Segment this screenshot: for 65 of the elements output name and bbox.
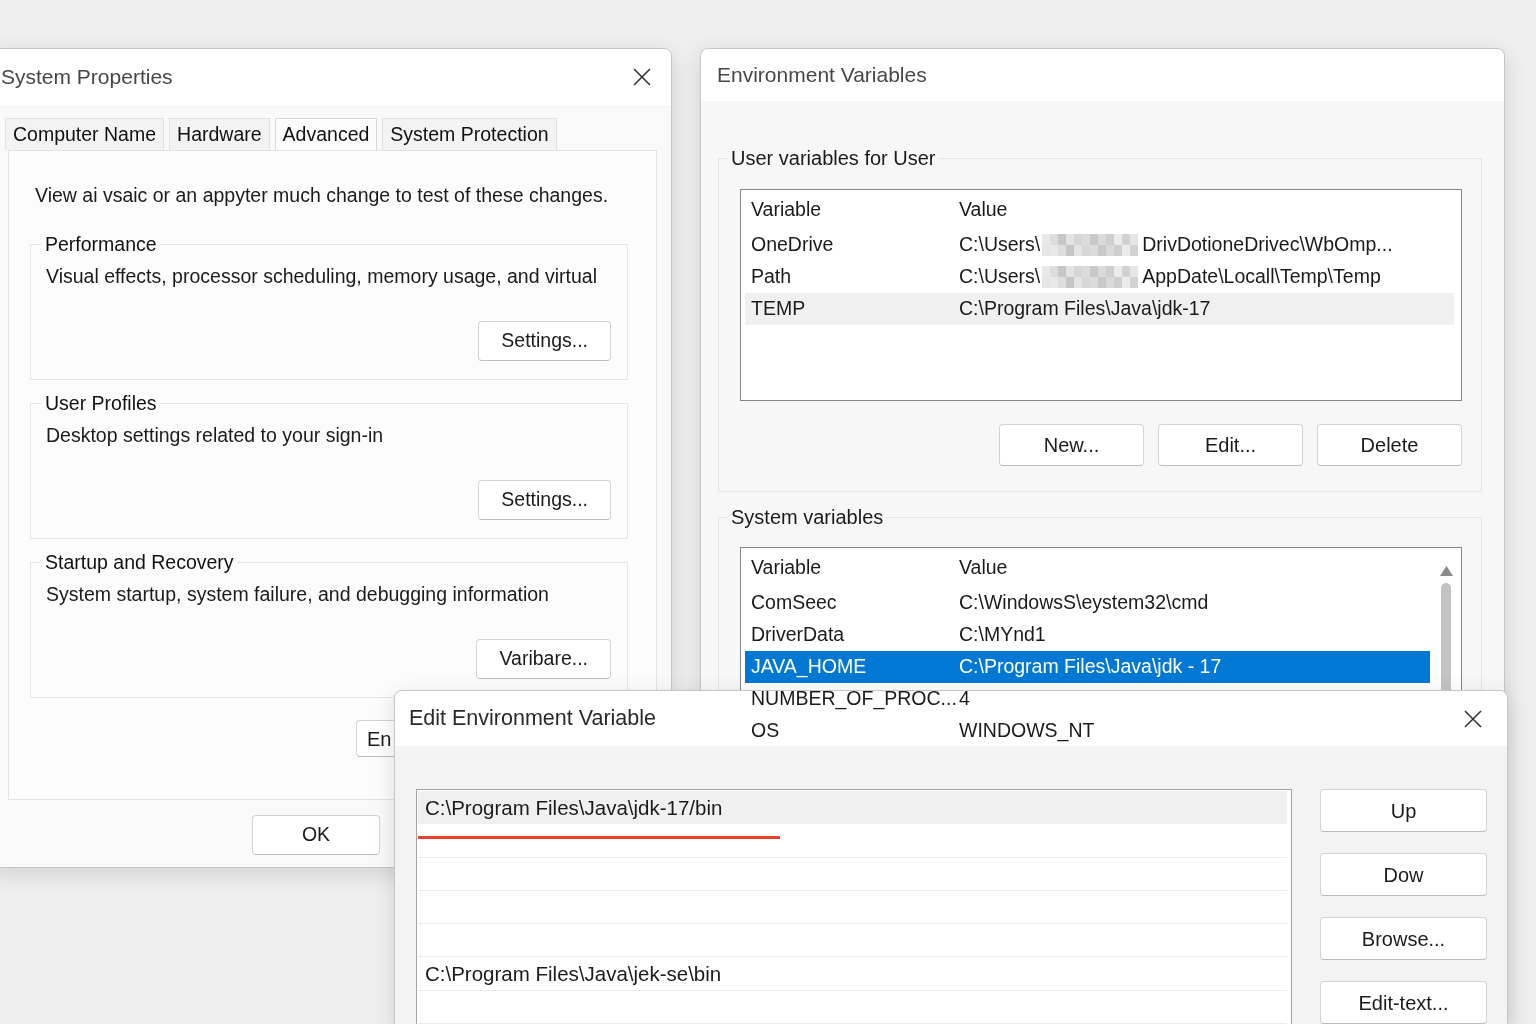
tab[interactable]: Hardware <box>169 118 270 150</box>
value-text: C:\Users\ <box>959 264 1041 290</box>
pixelated-blur-icon <box>1042 266 1139 288</box>
group-title: Startup and Recovery <box>44 551 235 573</box>
variable-name-cell-text: NUMBER_OF_PROC... <box>751 686 958 712</box>
variable-value-cell-text: C:\MYnd1 <box>959 622 1046 648</box>
cut-off-button[interactable]: En <box>356 720 396 757</box>
variable-name-cell-text: ComSeec <box>751 590 838 616</box>
window-title: Environment Variables <box>717 62 927 88</box>
variable-action-button[interactable]: New... <box>999 424 1144 466</box>
intro-text: View ai vsaic or an appyter much change to test of these changes. <box>34 184 610 206</box>
value-text: AppDate\Locall\Temp\Temp <box>1142 264 1381 290</box>
variable-name-cell-text: TEMP <box>751 296 807 322</box>
value-text: C:\Users\ <box>959 232 1041 258</box>
group-title: System variables <box>730 506 885 528</box>
list-row[interactable]: NUMBER_OF_PROC...4 <box>745 683 1430 715</box>
column-header: Variable <box>751 197 823 223</box>
list-row[interactable]: OneDrive C:\Users\ DrivDotioneDrivec\WbOmp... <box>745 229 1454 261</box>
group-description: Visual effects, processor scheduling, memory usage, and virtual <box>46 265 598 287</box>
variable-name-cell-text: Path <box>751 264 793 290</box>
group-title: User variables for User <box>730 147 937 169</box>
window-title: System Properties <box>1 64 173 90</box>
list-row[interactable]: ComSeec C:\WindowsS\eystem32\cmd <box>745 587 1430 619</box>
list-row[interactable]: OS WINDOWS_NT <box>745 715 1430 747</box>
side-button[interactable]: Up <box>1320 789 1487 832</box>
variable-value-cell-text: C:\Program Files\Java\jdk-17 <box>959 296 1211 322</box>
variable-action-button[interactable]: Delete <box>1317 424 1462 466</box>
group-description: Desktop settings related to your sign-in <box>46 424 385 446</box>
variable-name-cell-text: DriverData <box>751 622 846 648</box>
list-row[interactable]: DriverData C:\MYnd1 <box>745 619 1430 651</box>
column-header: Value <box>959 555 1008 581</box>
scroll-up-icon[interactable] <box>1439 566 1453 576</box>
tab[interactable]: System Protection <box>382 118 557 150</box>
group-title: Performance <box>44 233 158 255</box>
list-row[interactable]: JAVA_HOME C:\Program Files\Java\jdk - 17 <box>745 651 1430 683</box>
variable-name-cell-text: OneDrive <box>751 232 835 258</box>
value-text: DrivDotioneDrivec\WbOmp... <box>1142 232 1393 258</box>
group-description: System startup, system failure, and debugging information <box>46 583 550 605</box>
column-header: Value <box>959 197 1008 223</box>
side-button[interactable]: Browse... <box>1320 917 1487 960</box>
variable-value-cell-text: C:\WindowsS\eystem32\cmd <box>959 590 1209 616</box>
variable-value-cell-text: 4 <box>959 686 970 712</box>
variable-name-cell-text: JAVA_HOME <box>751 654 868 680</box>
dialog-button[interactable]: OK <box>252 815 380 855</box>
side-button[interactable]: Dow <box>1320 853 1487 896</box>
group-action-button[interactable]: Settings... <box>478 480 611 520</box>
group-action-button[interactable]: Settings... <box>478 321 611 361</box>
tab[interactable]: Computer Name <box>5 118 165 150</box>
path-entry[interactable]: C:\Program Files\Java\jek-se\bin <box>418 957 1287 990</box>
variable-action-button[interactable]: Edit... <box>1158 424 1303 466</box>
path-entry[interactable]: C:\Program Files\Java\jdk-17/bin <box>418 791 1287 824</box>
group-action-button[interactable]: Varibare... <box>476 639 611 679</box>
list-row[interactable]: TEMP C:\Program Files\Java\jdk-17 <box>745 293 1454 325</box>
window-title: Edit Environment Variable <box>409 705 656 732</box>
group-title: User Profiles <box>44 392 158 414</box>
column-header: Variable <box>751 555 823 581</box>
pixelated-blur-icon <box>1042 234 1139 256</box>
close-icon[interactable] <box>633 68 651 86</box>
tab[interactable]: Advanced <box>274 118 378 150</box>
list-row[interactable]: Path C:\Users\ AppDate\Locall\Temp\Temp <box>745 261 1454 293</box>
close-icon[interactable] <box>1464 709 1482 728</box>
side-button[interactable]: Edit-text... <box>1320 981 1487 1024</box>
variable-value-cell-text: C:\Program Files\Java\jdk - 17 <box>959 654 1222 680</box>
variable-name-cell-text: OS <box>751 718 781 744</box>
variable-value-cell-text: WINDOWS_NT <box>959 718 1095 744</box>
